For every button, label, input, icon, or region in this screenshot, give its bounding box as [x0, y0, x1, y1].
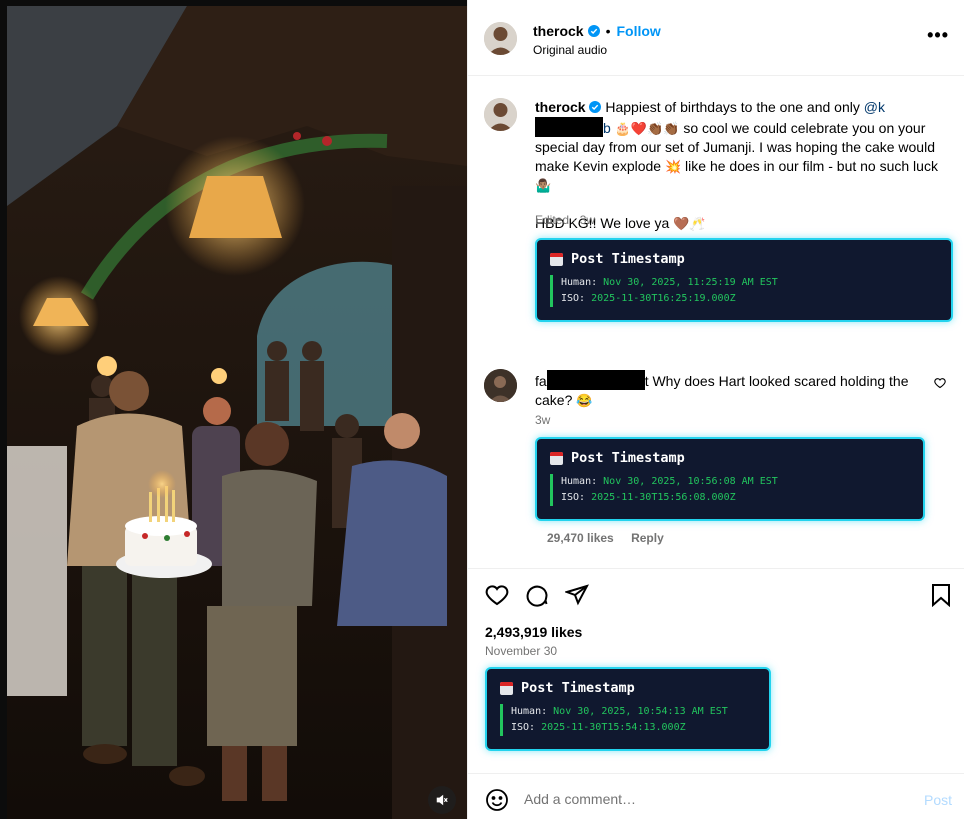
human-label: Human:: [561, 277, 598, 288]
caption-verified-badge-icon: [589, 101, 602, 113]
divider: [468, 568, 964, 569]
more-options-icon[interactable]: •••: [927, 26, 949, 44]
timestamp-title: Post Timestamp: [550, 251, 685, 267]
comment-icon[interactable]: [525, 583, 549, 607]
post-header: therock • Follow Original audio •••: [468, 0, 964, 76]
share-icon[interactable]: [565, 583, 589, 607]
caption-part-1: Happiest of birthdays to the one and onl…: [605, 99, 860, 115]
iso-value: 2025-11-30T15:56:08.000Z: [591, 492, 736, 503]
iso-label: ISO:: [511, 722, 536, 733]
calendar-icon: [550, 252, 563, 266]
human-label: Human:: [561, 476, 598, 487]
redaction-bar: [546, 370, 645, 390]
mention-start: @k: [863, 99, 885, 115]
comment-text: fa t Why does Hart looked scared holding …: [535, 370, 925, 410]
original-audio-link[interactable]: Original audio: [533, 43, 607, 57]
human-value: Nov 30, 2025, 10:56:08 AM EST: [603, 476, 778, 487]
post-video[interactable]: [0, 0, 467, 819]
timestamp-rows: Human: Nov 30, 2025, 11:25:19 AM EST ISO…: [550, 275, 778, 307]
timestamp-title: Post Timestamp: [500, 680, 635, 696]
mute-icon: [436, 794, 448, 806]
video-left-edge: [0, 0, 7, 819]
caption-emojis-2: 🤎🥂: [673, 216, 706, 231]
timestamp-rows: Human: Nov 30, 2025, 10:54:13 AM EST ISO…: [500, 704, 728, 736]
calendar-icon: [550, 451, 563, 465]
post-date-timestamp-box: Post Timestamp Human: Nov 30, 2025, 10:5…: [485, 667, 771, 751]
caption-text: therock Happiest of birthdays to the one…: [535, 98, 945, 234]
comment-likes-count[interactable]: 29,470 likes: [547, 531, 614, 545]
caption-author-avatar[interactable]: [484, 98, 517, 131]
iso-value: 2025-11-30T16:25:19.000Z: [591, 293, 736, 304]
post-timestamp-box: Post Timestamp Human: Nov 30, 2025, 11:2…: [535, 238, 953, 322]
add-comment-bar: Post: [468, 773, 964, 819]
mute-button[interactable]: [428, 786, 456, 814]
comment-like-heart-icon[interactable]: [934, 377, 946, 389]
caption-emojis-1: 🎂❤️👏🏾👏🏾: [614, 120, 680, 136]
instagram-post-page: therock • Follow Original audio ••• ther…: [0, 0, 964, 819]
author-avatar[interactable]: [484, 22, 517, 55]
post-comment-button[interactable]: Post: [924, 792, 952, 808]
iso-value: 2025-11-30T15:54:13.000Z: [541, 722, 686, 733]
caption-boom-emoji: 💥: [664, 158, 682, 174]
human-value: Nov 30, 2025, 10:54:13 AM EST: [553, 706, 728, 717]
verified-badge-icon: [587, 25, 600, 37]
redaction-bar: [535, 116, 603, 137]
video-frame-illustration: [7, 6, 467, 819]
comment-emoji: 😂: [576, 393, 593, 408]
human-value: Nov 30, 2025, 11:25:19 AM EST: [603, 277, 778, 288]
bookmark-icon[interactable]: [930, 583, 952, 607]
post-side-panel: therock • Follow Original audio ••• ther…: [467, 0, 964, 819]
author-username[interactable]: therock: [533, 23, 584, 39]
reply-button[interactable]: Reply: [631, 531, 664, 545]
mention-end: b: [603, 119, 611, 136]
caption-part-3: like he does in our film - but no such l…: [685, 157, 938, 174]
caption-shrug-emoji: 🤷🏽‍♂️: [535, 178, 552, 193]
comment-input[interactable]: [524, 788, 904, 810]
timestamp-rows: Human: Nov 30, 2025, 10:56:08 AM EST ISO…: [550, 474, 778, 506]
post-likes-count[interactable]: 2,493,919 likes: [485, 624, 582, 640]
caption-username[interactable]: therock: [535, 99, 586, 115]
caption-meta: Edited · 3w: [535, 213, 596, 227]
emoji-icon[interactable]: [485, 788, 509, 812]
post-date: November 30: [485, 644, 558, 658]
follow-button[interactable]: Follow: [616, 23, 660, 39]
comment-timestamp-box: Post Timestamp Human: Nov 30, 2025, 10:5…: [535, 437, 925, 521]
timestamp-title: Post Timestamp: [550, 450, 685, 466]
human-label: Human:: [511, 706, 548, 717]
iso-label: ISO:: [561, 492, 586, 503]
comment-actions: 29,470 likes Reply: [547, 531, 678, 545]
iso-label: ISO:: [561, 293, 586, 304]
header-user-line: therock • Follow: [533, 23, 661, 39]
commenter-avatar[interactable]: [484, 369, 517, 402]
header-separator: •: [605, 23, 611, 39]
commenter-username[interactable]: fa t: [535, 370, 649, 390]
comment-meta: 3w: [535, 413, 551, 427]
calendar-icon: [500, 681, 513, 695]
heart-icon[interactable]: [485, 583, 509, 607]
